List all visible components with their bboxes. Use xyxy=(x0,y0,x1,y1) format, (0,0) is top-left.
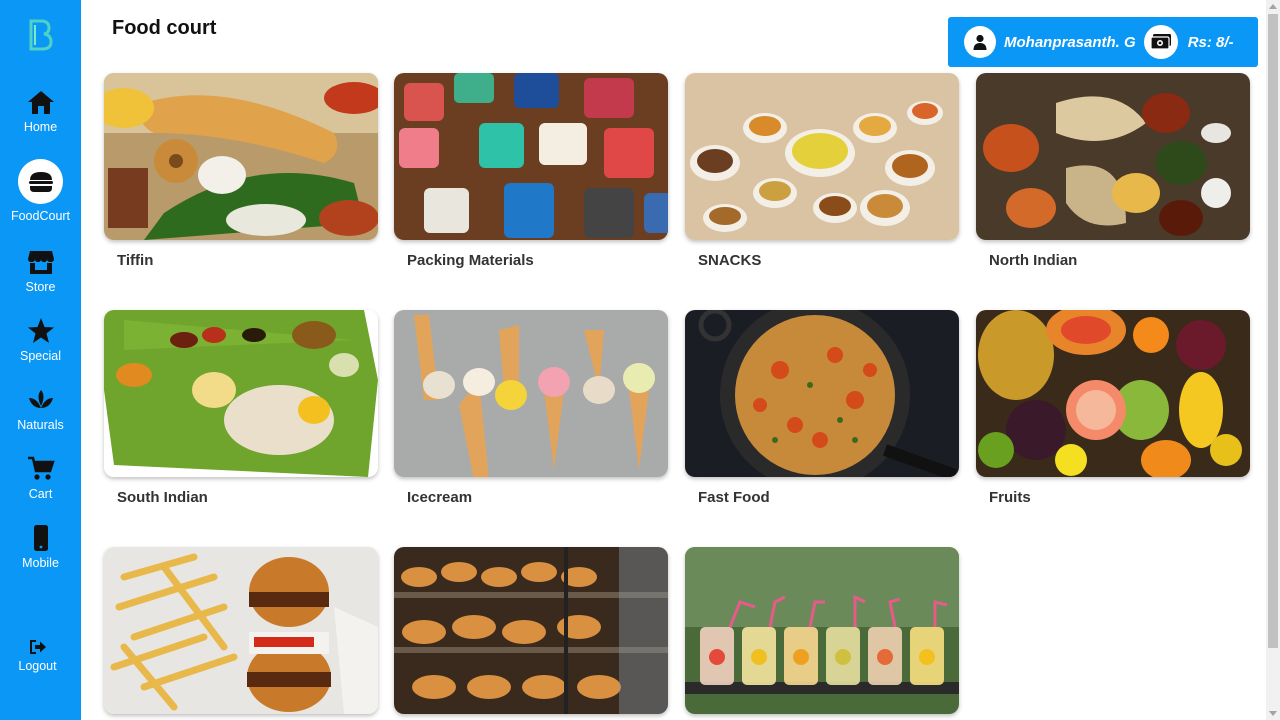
store-icon xyxy=(27,251,54,274)
category-image-icecream xyxy=(394,310,668,477)
user-icon xyxy=(973,34,987,50)
sidebar-item-label: Store xyxy=(25,280,56,294)
category-card-snacks[interactable]: SNACKS xyxy=(685,73,959,269)
cart-icon xyxy=(27,456,55,480)
category-image-bakery xyxy=(394,547,668,714)
category-card-burgers[interactable] xyxy=(104,547,378,720)
category-label: Fruits xyxy=(989,489,1031,506)
sidebar-item-label: FoodCourt xyxy=(10,209,71,223)
category-card-fast-food[interactable]: Fast Food xyxy=(685,310,959,506)
wallet-badge xyxy=(1143,25,1178,59)
category-card-south-indian[interactable]: South Indian xyxy=(104,310,378,506)
sidebar-item-store[interactable]: Store xyxy=(0,248,81,294)
category-label: South Indian xyxy=(117,489,208,506)
user-card[interactable]: Mohanprasanth. G Rs: 8/- xyxy=(948,17,1258,67)
category-label: SNACKS xyxy=(698,252,762,269)
category-card-north-indian[interactable]: North Indian xyxy=(976,73,1250,269)
sidebar-item-label: Special xyxy=(20,349,61,363)
category-label: Icecream xyxy=(407,489,473,506)
page-scrollbar[interactable] xyxy=(1266,0,1280,720)
sidebar-item-foodcourt[interactable]: FoodCourt xyxy=(0,159,81,223)
sidebar-item-special[interactable]: Special xyxy=(0,317,81,363)
burger-icon xyxy=(28,171,53,192)
category-label: North Indian xyxy=(989,252,1078,269)
logout-icon xyxy=(29,640,46,654)
category-image-juices xyxy=(685,547,959,714)
scroll-down-arrow-icon[interactable] xyxy=(1269,711,1277,716)
category-image-packing-materials xyxy=(394,73,668,240)
sidebar-item-label: Logout xyxy=(18,659,57,673)
sidebar-item-label: Cart xyxy=(28,487,53,501)
money-icon xyxy=(1150,34,1171,50)
sidebar-item-label: Mobile xyxy=(22,556,59,570)
category-label: Fast Food xyxy=(698,489,770,506)
brand-logo-icon[interactable] xyxy=(26,18,54,52)
app-root: Home FoodCourt Store Special Naturals Ca… xyxy=(0,0,1280,720)
sidebar-item-label: Home xyxy=(23,120,58,134)
sidebar-item-mobile[interactable]: Mobile xyxy=(0,524,81,570)
category-image-fast-food xyxy=(685,310,959,477)
category-card-fruits[interactable]: Fruits xyxy=(976,310,1250,506)
scroll-up-arrow-icon[interactable] xyxy=(1269,4,1277,9)
category-label: Tiffin xyxy=(117,252,154,269)
category-image-tiffin xyxy=(104,73,378,240)
category-card-icecream[interactable]: Icecream xyxy=(394,310,668,506)
category-label: Packing Materials xyxy=(407,252,534,269)
avatar xyxy=(964,26,996,58)
home-icon xyxy=(27,91,54,114)
sidebar-item-logout[interactable]: Logout xyxy=(0,637,78,673)
sidebar: Home FoodCourt Store Special Naturals Ca… xyxy=(0,0,81,720)
leaf-icon xyxy=(28,390,53,408)
mobile-icon xyxy=(33,525,48,551)
sidebar-item-cart[interactable]: Cart xyxy=(0,455,81,501)
category-card-juices[interactable] xyxy=(685,547,959,720)
scrollbar-thumb[interactable] xyxy=(1268,14,1278,648)
category-image-north-indian xyxy=(976,73,1250,240)
category-image-south-indian xyxy=(104,310,378,477)
wallet-balance: Rs: 8/- xyxy=(1187,33,1234,51)
star-icon xyxy=(27,318,54,343)
user-name: Mohanprasanth. G xyxy=(1004,33,1136,51)
active-indicator xyxy=(18,159,63,204)
category-image-fruits xyxy=(976,310,1250,477)
sidebar-item-home[interactable]: Home xyxy=(0,88,81,134)
category-card-bakery[interactable] xyxy=(394,547,668,720)
category-card-packing-materials[interactable]: Packing Materials xyxy=(394,73,668,269)
category-card-tiffin[interactable]: Tiffin xyxy=(104,73,378,269)
sidebar-item-naturals[interactable]: Naturals xyxy=(0,386,81,432)
category-image-burgers xyxy=(104,547,378,714)
sidebar-item-label: Naturals xyxy=(17,418,64,432)
page-title: Food court xyxy=(112,17,217,39)
category-image-snacks xyxy=(685,73,959,240)
